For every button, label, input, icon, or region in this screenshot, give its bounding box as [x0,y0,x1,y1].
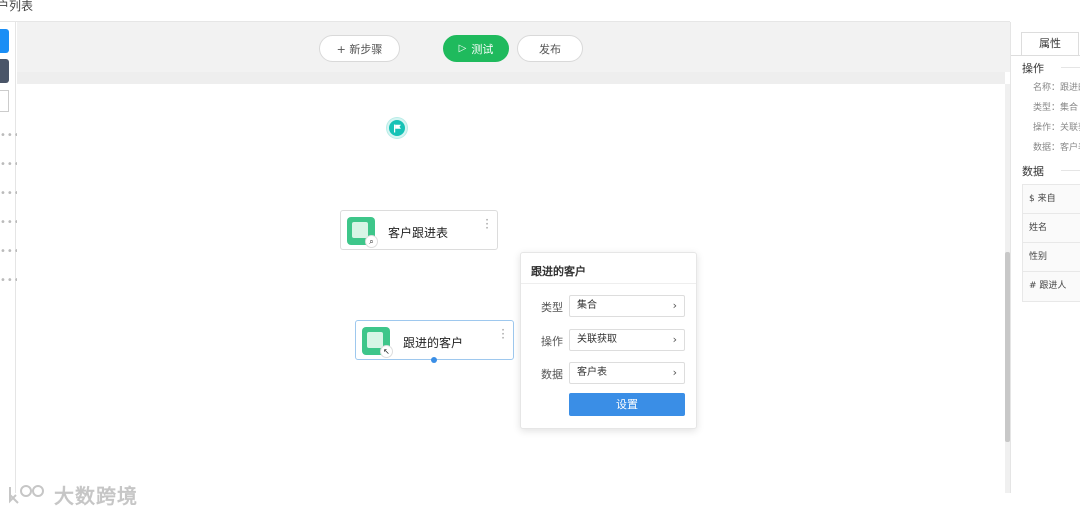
top-title-bar: 户列表 [0,0,1010,22]
tab-underline [1011,55,1080,56]
operations-section-title: 操作 [1022,62,1044,75]
chevron-right-icon: › [672,366,677,379]
prop-name: 名称：跟进的 [1033,83,1080,93]
operation-value: 关联获取 [577,334,617,345]
node-menu-icon[interactable]: · · · [501,324,505,344]
chevron-right-icon: › [672,299,677,312]
workflow-canvas[interactable]: + 新步骤 ▷ 测试 发布 ⌕ 客户跟进表 · · · ↖ 跟进的客户 · · · [9,22,1010,508]
left-sidebar: ••• ••• ••• ••• ••• ••• [0,22,20,493]
chevron-right-icon: › [672,333,677,346]
test-button[interactable]: ▷ 测试 [443,35,509,62]
node-customer-followup-table[interactable]: ⌕ 客户跟进表 · · · [340,210,498,250]
sidebar-primary-button[interactable] [0,29,9,53]
node-config-popover: 跟进的客户 类型 集合 › 操作 关联获取 › 数据 客户表 › 设置 [520,252,697,429]
operation-select[interactable]: 关联获取 › [569,329,685,351]
toolbar-divider [17,72,1005,84]
test-button-label: 测试 [471,42,494,56]
table-icon: ↖ [362,327,393,358]
data-select[interactable]: 客户表 › [569,362,685,384]
publish-button[interactable]: 发布 [517,35,583,62]
play-icon: ▷ [458,43,467,54]
data-fields-table: $ 来自 姓名 性别 # 跟进人 [1022,184,1080,302]
prop-operation: 操作：关联获 [1033,123,1080,133]
type-select[interactable]: 集合 › [569,295,685,317]
field-row[interactable]: 性别 [1023,243,1080,272]
divider [1061,67,1080,68]
tab-properties[interactable]: 属性 [1021,32,1079,55]
field-row[interactable]: $ 来自 [1023,185,1080,214]
node-followed-customers[interactable]: ↖ 跟进的客户 · · · [355,320,514,360]
popover-title: 跟进的客户 [531,265,586,278]
properties-panel: 属性 操作 名称：跟进的 类型：集合 操作：关联获 数据：客户表 数据 $ 来自… [1010,22,1080,493]
type-value: 集合 [577,300,597,311]
divider [521,283,696,284]
data-label: 数据 [541,368,563,381]
watermark-text: 大数跨境 [54,484,138,508]
page-title: 户列表 [0,0,34,13]
sidebar-secondary-button[interactable] [0,59,9,83]
field-row[interactable]: 姓名 [1023,214,1080,243]
divider [1061,170,1080,171]
data-section-title: 数据 [1022,165,1044,178]
flag-icon [394,124,401,133]
prop-data: 数据：客户表 [1033,143,1080,153]
watermark-logo [9,484,44,504]
cursor-icon: ↖ [380,345,393,358]
watermark: 大数跨境 [6,480,138,509]
prop-type: 类型：集合 [1033,103,1079,113]
sidebar-search-input[interactable] [0,90,9,112]
settings-button[interactable]: 设置 [569,393,685,416]
node-menu-icon[interactable]: · · · [485,214,489,234]
operation-label: 操作 [541,335,563,348]
table-icon: ⌕ [347,217,378,248]
start-node[interactable] [387,118,407,138]
search-icon: ⌕ [365,235,378,248]
field-row[interactable]: # 跟进人 [1023,272,1080,301]
toolbar: + 新步骤 ▷ 测试 发布 [17,22,1010,72]
data-value: 客户表 [577,367,607,378]
connector-handle[interactable] [431,357,437,363]
node-label: 客户跟进表 [388,226,449,240]
node-label: 跟进的客户 [403,336,464,350]
type-label: 类型 [541,301,563,314]
add-step-button[interactable]: + 新步骤 [319,35,400,62]
